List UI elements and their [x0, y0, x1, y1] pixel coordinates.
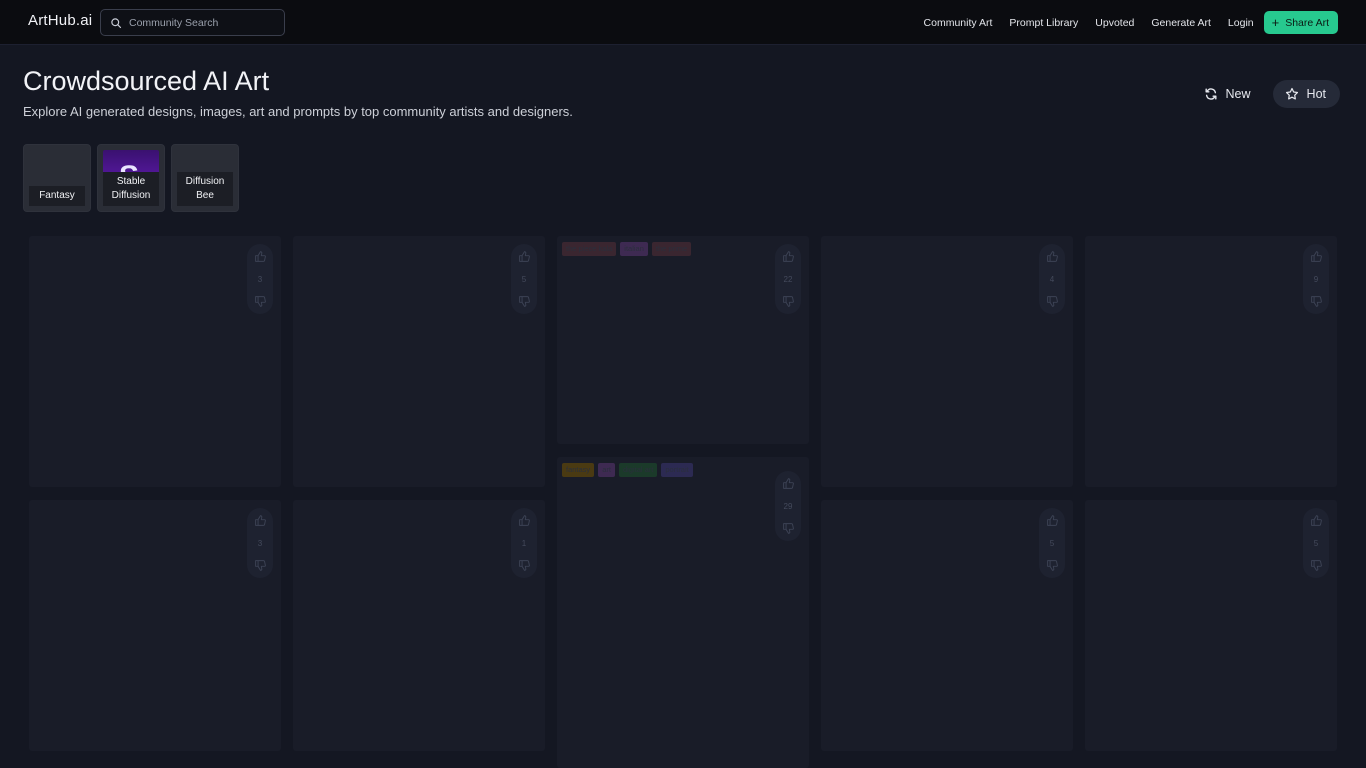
- art-card[interactable]: 5: [293, 236, 545, 487]
- category-list: Fantasy S Stable Diffusion Diffusion Bee: [23, 144, 245, 212]
- nav-login[interactable]: Login: [1228, 17, 1254, 29]
- art-card[interactable]: 5: [1085, 500, 1337, 751]
- thumbs-up-icon[interactable]: [782, 477, 795, 490]
- art-card[interactable]: fantasy art digital art portrait 29: [557, 457, 809, 768]
- vote-widget: 5: [1039, 508, 1065, 578]
- sort-new-button[interactable]: New: [1192, 80, 1265, 108]
- vote-widget: 1: [511, 508, 537, 578]
- vote-count: 5: [1049, 538, 1055, 548]
- thumbs-up-icon[interactable]: [1046, 250, 1059, 263]
- nav-links: Community Art Prompt Library Upvoted Gen…: [907, 11, 1338, 34]
- tag[interactable]: the prime: [651, 242, 692, 256]
- nav-upvoted[interactable]: Upvoted: [1095, 17, 1134, 29]
- vote-widget: 3: [247, 244, 273, 314]
- nav-prompt-library[interactable]: Prompt Library: [1009, 17, 1078, 29]
- thumbs-up-icon[interactable]: [518, 514, 531, 527]
- thumbs-up-icon[interactable]: [1310, 514, 1323, 527]
- plus-icon: +: [1271, 15, 1280, 30]
- tag[interactable]: the piece kala: [562, 242, 617, 256]
- nav-generate-art[interactable]: Generate Art: [1151, 17, 1211, 29]
- vote-count: 5: [521, 274, 527, 284]
- top-nav: ArtHub.ai Community Art Prompt Library U…: [0, 0, 1366, 45]
- category-label: Stable Diffusion: [103, 172, 159, 206]
- art-card[interactable]: 1: [293, 500, 545, 751]
- sort-controls: New Hot: [1184, 80, 1340, 108]
- vote-count: 22: [783, 274, 793, 284]
- tag[interactable]: italian: [620, 242, 648, 256]
- vote-widget: 4: [1039, 244, 1065, 314]
- vote-count: 9: [1313, 274, 1319, 284]
- category-diffusion-bee[interactable]: Diffusion Bee: [171, 144, 239, 212]
- sort-new-label: New: [1225, 87, 1251, 101]
- category-label: Fantasy: [29, 186, 85, 206]
- share-art-label: Share Art: [1285, 16, 1329, 29]
- thumbs-up-icon[interactable]: [254, 250, 267, 263]
- thumbs-down-icon[interactable]: [1046, 559, 1059, 572]
- tag[interactable]: art: [598, 463, 615, 477]
- thumbs-down-icon[interactable]: [782, 522, 795, 535]
- thumbs-up-icon[interactable]: [1310, 250, 1323, 263]
- category-stable-diffusion[interactable]: S Stable Diffusion: [97, 144, 165, 212]
- sort-hot-button[interactable]: Hot: [1272, 80, 1340, 108]
- share-art-button[interactable]: + Share Art: [1263, 11, 1338, 34]
- thumbs-down-icon[interactable]: [254, 295, 267, 308]
- vote-count: 3: [257, 538, 263, 548]
- category-fantasy[interactable]: Fantasy: [23, 144, 91, 212]
- search-input[interactable]: [129, 16, 279, 29]
- vote-widget: 5: [511, 244, 537, 314]
- category-label: Diffusion Bee: [177, 172, 233, 206]
- thumbs-down-icon[interactable]: [1310, 559, 1323, 572]
- tag-list: fantasy art digital art portrait: [562, 463, 697, 477]
- page-title: Crowdsourced AI Art: [23, 66, 270, 96]
- thumbs-up-icon[interactable]: [1046, 514, 1059, 527]
- tag[interactable]: fantasy: [562, 463, 595, 477]
- thumbs-down-icon[interactable]: [518, 295, 531, 308]
- art-card[interactable]: 4: [821, 236, 1073, 487]
- vote-widget: 5: [1303, 508, 1329, 578]
- vote-count: 1: [521, 538, 527, 548]
- thumbs-down-icon[interactable]: [782, 295, 795, 308]
- art-card[interactable]: 5: [821, 500, 1073, 751]
- vote-count: 3: [257, 274, 263, 284]
- thumbs-up-icon[interactable]: [254, 514, 267, 527]
- art-card[interactable]: the piece kala italian the prime 22: [557, 236, 809, 444]
- tag[interactable]: portrait: [661, 463, 693, 477]
- thumbs-up-icon[interactable]: [782, 250, 795, 263]
- page-subtitle: Explore AI generated designs, images, ar…: [23, 104, 573, 119]
- vote-count: 4: [1049, 274, 1055, 284]
- thumbs-up-icon[interactable]: [518, 250, 531, 263]
- art-card[interactable]: 9: [1085, 236, 1337, 487]
- sort-hot-label: Hot: [1306, 87, 1326, 101]
- thumbs-down-icon[interactable]: [254, 559, 267, 572]
- tag-list: the piece kala italian the prime: [562, 242, 695, 256]
- star-icon: [1285, 87, 1298, 100]
- nav-community-art[interactable]: Community Art: [924, 17, 993, 29]
- thumbs-down-icon[interactable]: [1046, 295, 1059, 308]
- thumbs-down-icon[interactable]: [518, 559, 531, 572]
- thumbs-down-icon[interactable]: [1310, 295, 1323, 308]
- vote-count: 29: [783, 501, 793, 511]
- search-box[interactable]: [100, 9, 285, 36]
- art-card[interactable]: 3: [29, 500, 281, 751]
- tag[interactable]: digital art: [618, 463, 658, 477]
- vote-widget: 3: [247, 508, 273, 578]
- vote-count: 5: [1313, 538, 1319, 548]
- vote-widget: 9: [1303, 244, 1329, 314]
- refresh-icon: [1205, 88, 1217, 100]
- search-icon: [111, 17, 122, 28]
- vote-widget: 29: [775, 471, 801, 541]
- brand-logo[interactable]: ArtHub.ai: [28, 12, 92, 29]
- vote-widget: 22: [775, 244, 801, 314]
- art-card[interactable]: 3: [29, 236, 281, 487]
